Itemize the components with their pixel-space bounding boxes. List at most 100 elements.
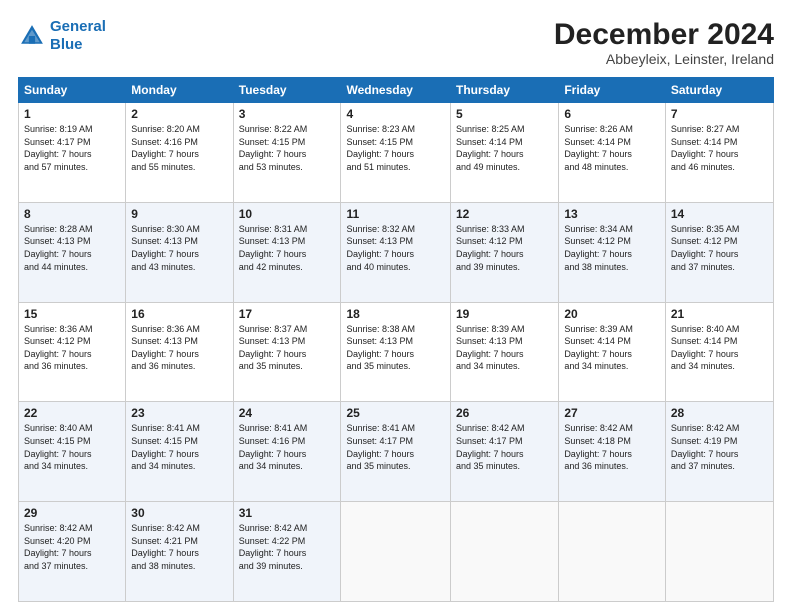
calendar-cell (559, 502, 666, 602)
day-number: 7 (671, 107, 768, 121)
calendar-header-sunday: Sunday (19, 78, 126, 103)
day-number: 23 (131, 406, 227, 420)
day-info: Sunrise: 8:39 AM Sunset: 4:14 PM Dayligh… (564, 323, 660, 373)
day-info: Sunrise: 8:39 AM Sunset: 4:13 PM Dayligh… (456, 323, 553, 373)
calendar-cell: 29 Sunrise: 8:42 AM Sunset: 4:20 PM Dayli… (19, 502, 126, 602)
calendar-cell: 2 Sunrise: 8:20 AM Sunset: 4:16 PM Daylig… (126, 103, 233, 203)
day-info: Sunrise: 8:42 AM Sunset: 4:21 PM Dayligh… (131, 522, 227, 572)
day-info: Sunrise: 8:33 AM Sunset: 4:12 PM Dayligh… (456, 223, 553, 273)
day-number: 25 (346, 406, 445, 420)
calendar-cell: 17 Sunrise: 8:37 AM Sunset: 4:13 PM Dayli… (233, 302, 341, 402)
calendar-header-saturday: Saturday (665, 78, 773, 103)
day-info: Sunrise: 8:42 AM Sunset: 4:22 PM Dayligh… (239, 522, 336, 572)
day-info: Sunrise: 8:20 AM Sunset: 4:16 PM Dayligh… (131, 123, 227, 173)
calendar-cell (451, 502, 559, 602)
calendar-cell: 30 Sunrise: 8:42 AM Sunset: 4:21 PM Dayli… (126, 502, 233, 602)
day-info: Sunrise: 8:27 AM Sunset: 4:14 PM Dayligh… (671, 123, 768, 173)
calendar-header-friday: Friday (559, 78, 666, 103)
calendar-cell: 19 Sunrise: 8:39 AM Sunset: 4:13 PM Dayli… (451, 302, 559, 402)
calendar-cell: 14 Sunrise: 8:35 AM Sunset: 4:12 PM Dayli… (665, 202, 773, 302)
day-info: Sunrise: 8:26 AM Sunset: 4:14 PM Dayligh… (564, 123, 660, 173)
day-number: 12 (456, 207, 553, 221)
day-info: Sunrise: 8:32 AM Sunset: 4:13 PM Dayligh… (346, 223, 445, 273)
calendar-cell: 23 Sunrise: 8:41 AM Sunset: 4:15 PM Dayli… (126, 402, 233, 502)
calendar-cell: 24 Sunrise: 8:41 AM Sunset: 4:16 PM Dayli… (233, 402, 341, 502)
day-info: Sunrise: 8:41 AM Sunset: 4:15 PM Dayligh… (131, 422, 227, 472)
title-block: December 2024 Abbeyleix, Leinster, Irela… (554, 18, 774, 67)
day-number: 26 (456, 406, 553, 420)
day-number: 30 (131, 506, 227, 520)
day-info: Sunrise: 8:19 AM Sunset: 4:17 PM Dayligh… (24, 123, 120, 173)
day-info: Sunrise: 8:40 AM Sunset: 4:14 PM Dayligh… (671, 323, 768, 373)
calendar-cell: 13 Sunrise: 8:34 AM Sunset: 4:12 PM Dayli… (559, 202, 666, 302)
day-number: 14 (671, 207, 768, 221)
logo-icon (18, 22, 46, 50)
calendar-cell: 28 Sunrise: 8:42 AM Sunset: 4:19 PM Dayli… (665, 402, 773, 502)
calendar-cell: 3Sunrise: 8:22 AM Sunset: 4:15 PM Daylig… (233, 103, 341, 203)
calendar-cell: 25Sunrise: 8:41 AM Sunset: 4:17 PM Dayli… (341, 402, 451, 502)
day-number: 19 (456, 307, 553, 321)
day-number: 18 (346, 307, 445, 321)
day-info: Sunrise: 8:28 AM Sunset: 4:13 PM Dayligh… (24, 223, 120, 273)
calendar-cell (341, 502, 451, 602)
calendar-cell: 6 Sunrise: 8:26 AM Sunset: 4:14 PM Daylig… (559, 103, 666, 203)
calendar-header-row: SundayMondayTuesdayWednesdayThursdayFrid… (19, 78, 774, 103)
day-info: Sunrise: 8:42 AM Sunset: 4:19 PM Dayligh… (671, 422, 768, 472)
day-number: 27 (564, 406, 660, 420)
calendar-cell: 20Sunrise: 8:39 AM Sunset: 4:14 PM Dayli… (559, 302, 666, 402)
calendar-cell (665, 502, 773, 602)
day-info: Sunrise: 8:42 AM Sunset: 4:18 PM Dayligh… (564, 422, 660, 472)
day-info: Sunrise: 8:41 AM Sunset: 4:16 PM Dayligh… (239, 422, 336, 472)
day-number: 4 (346, 107, 445, 121)
day-number: 5 (456, 107, 553, 121)
calendar-header-wednesday: Wednesday (341, 78, 451, 103)
day-number: 22 (24, 406, 120, 420)
day-number: 9 (131, 207, 227, 221)
day-info: Sunrise: 8:23 AM Sunset: 4:15 PM Dayligh… (346, 123, 445, 173)
day-info: Sunrise: 8:38 AM Sunset: 4:13 PM Dayligh… (346, 323, 445, 373)
calendar-cell: 15 Sunrise: 8:36 AM Sunset: 4:12 PM Dayli… (19, 302, 126, 402)
day-info: Sunrise: 8:30 AM Sunset: 4:13 PM Dayligh… (131, 223, 227, 273)
day-number: 21 (671, 307, 768, 321)
day-number: 8 (24, 207, 120, 221)
calendar-cell: 16Sunrise: 8:36 AM Sunset: 4:13 PM Dayli… (126, 302, 233, 402)
day-number: 10 (239, 207, 336, 221)
calendar-header-monday: Monday (126, 78, 233, 103)
day-number: 1 (24, 107, 120, 121)
month-title: December 2024 (554, 18, 774, 51)
day-number: 16 (131, 307, 227, 321)
calendar-cell: 18 Sunrise: 8:38 AM Sunset: 4:13 PM Dayli… (341, 302, 451, 402)
calendar-cell: 5 Sunrise: 8:25 AM Sunset: 4:14 PM Daylig… (451, 103, 559, 203)
day-info: Sunrise: 8:42 AM Sunset: 4:20 PM Dayligh… (24, 522, 120, 572)
calendar-cell: 7 Sunrise: 8:27 AM Sunset: 4:14 PM Daylig… (665, 103, 773, 203)
day-info: Sunrise: 8:36 AM Sunset: 4:12 PM Dayligh… (24, 323, 120, 373)
calendar-cell: 10 Sunrise: 8:31 AM Sunset: 4:13 PM Dayli… (233, 202, 341, 302)
day-info: Sunrise: 8:34 AM Sunset: 4:12 PM Dayligh… (564, 223, 660, 273)
calendar-cell: 1 Sunrise: 8:19 AM Sunset: 4:17 PM Daylig… (19, 103, 126, 203)
day-info: Sunrise: 8:31 AM Sunset: 4:13 PM Dayligh… (239, 223, 336, 273)
day-number: 24 (239, 406, 336, 420)
logo-line2: Blue (50, 36, 83, 53)
logo-line1: General (50, 18, 106, 35)
day-number: 28 (671, 406, 768, 420)
day-number: 6 (564, 107, 660, 121)
day-number: 2 (131, 107, 227, 121)
day-number: 29 (24, 506, 120, 520)
calendar-cell: 22Sunrise: 8:40 AM Sunset: 4:15 PM Dayli… (19, 402, 126, 502)
day-info: Sunrise: 8:35 AM Sunset: 4:12 PM Dayligh… (671, 223, 768, 273)
header: General Blue December 2024 Abbeyleix, Le… (18, 18, 774, 67)
calendar-cell: 4 Sunrise: 8:23 AM Sunset: 4:15 PM Daylig… (341, 103, 451, 203)
day-number: 17 (239, 307, 336, 321)
day-number: 15 (24, 307, 120, 321)
calendar-header-thursday: Thursday (451, 78, 559, 103)
day-info: Sunrise: 8:22 AM Sunset: 4:15 PM Dayligh… (239, 123, 336, 173)
day-number: 13 (564, 207, 660, 221)
calendar-cell: 8 Sunrise: 8:28 AM Sunset: 4:13 PM Daylig… (19, 202, 126, 302)
day-info: Sunrise: 8:25 AM Sunset: 4:14 PM Dayligh… (456, 123, 553, 173)
calendar-cell: 21 Sunrise: 8:40 AM Sunset: 4:14 PM Dayli… (665, 302, 773, 402)
calendar-cell: 31 Sunrise: 8:42 AM Sunset: 4:22 PM Dayli… (233, 502, 341, 602)
page: General Blue December 2024 Abbeyleix, Le… (0, 0, 792, 612)
location: Abbeyleix, Leinster, Ireland (554, 51, 774, 67)
day-number: 31 (239, 506, 336, 520)
day-info: Sunrise: 8:37 AM Sunset: 4:13 PM Dayligh… (239, 323, 336, 373)
